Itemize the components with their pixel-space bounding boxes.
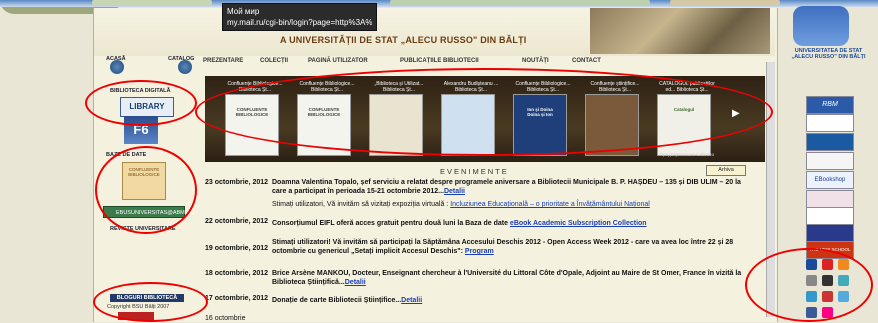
event-body: Consorțiumul EIFL oferă acces gratuit pe… [272,220,510,227]
university-title: A UNIVERSITĂȚII DE STAT „ALECU RUSSO" DI… [280,35,527,45]
event-date: 17 octombrie, 2012 [205,295,269,302]
archive-button[interactable]: Arhiva [706,165,746,176]
events-heading: EVENIMENTE [440,167,509,176]
menu-colectii[interactable]: COLECȚII [260,58,288,64]
event-date: 18 octombrie, 2012 [205,270,269,277]
ebookshop-banner[interactable]: EBookshop [806,171,854,189]
banner-circle-logo[interactable] [806,114,854,132]
event-text: Donație de carte Bibliotecii Științifice… [272,296,757,305]
menu-pagina-utilizator[interactable]: PAGINĂ UTILIZATOR [308,58,368,64]
event-body: Donație de carte Bibliotecii Științifice… [272,297,402,304]
event-body: Brice Arsène MANKOU, Docteur, Enseignant… [272,270,742,286]
menu-prezentare[interactable]: PREZENTARE [203,58,243,64]
annotation-oval [745,248,873,322]
menu-contact[interactable]: CONTACT [572,58,601,64]
event-body: Stimați utilizatori, Vă invităm să vizit… [272,201,451,208]
annotation-oval [93,282,208,322]
event-date: 23 octombrie, 2012 [205,179,269,186]
banner-blue-logo[interactable] [806,133,854,151]
event-date: 22 octombrie, 2012 [205,218,269,225]
bookmark-item[interactable] [390,0,650,6]
university-emblem[interactable] [793,6,849,46]
event-date: 19 octombrie, 2012 [205,245,269,252]
right-university-name[interactable]: UNIVERSITATEA DE STAT „ALECU RUSSO" DIN … [786,48,871,60]
event-link[interactable]: Detalii [345,279,366,286]
carousel-footer[interactable]: Предварительно Сalameo [660,152,714,157]
event-body: Doamna Valentina Topalo, șef serviciu a … [272,179,741,195]
banner-pink-logo[interactable] [806,190,854,208]
event-link[interactable]: Detalii [401,297,422,304]
catalog-icon[interactable] [178,60,192,74]
event-text: Brice Arsène MANKOU, Docteur, Enseignant… [272,270,742,286]
banner-flag-logo[interactable] [806,207,854,225]
annotation-oval [95,146,197,234]
event-link[interactable]: Incluziunea Educațională – o prioritate … [450,201,650,208]
event-text: Consorțiumul EIFL oferă acces gratuit pe… [272,219,757,228]
home-label[interactable]: ACASĂ [106,56,126,62]
header-photo [590,8,770,54]
event-text: Doamna Valentina Topalo, șef serviciu a … [272,179,741,195]
annotation-oval [85,80,197,126]
link-tooltip: Мой мир my.mail.ru/cgi-bin/login?page=ht… [222,3,377,31]
bookmark-item[interactable] [92,0,212,6]
tooltip-title: Мой мир [227,7,260,16]
event-body: Stimați utilizatori! Vă invităm să parti… [272,239,734,255]
event-text: Stimați utilizatori, Vă invităm să vizit… [272,200,757,209]
browser-bookmarks-bar [0,0,878,7]
rbm-banner[interactable]: RBM [806,96,854,114]
event-link[interactable]: eBook Academic Subscription Collection [510,220,647,227]
menu-publicatii[interactable]: PUBLICAȚIILE BIBLIOTECII [400,58,479,64]
catalog-label[interactable]: CATALOG [168,56,194,62]
event-text: Stimați utilizatori! Vă invităm să parti… [272,238,757,256]
tooltip-url: my.mail.ru/cgi-bin/login?page=http%3A%2F… [227,18,372,27]
event-link[interactable]: Detalii [444,188,465,195]
home-icon[interactable] [110,60,124,74]
event-link[interactable]: Program [465,248,494,255]
bookmark-item[interactable] [670,0,780,6]
annotation-oval [195,68,773,156]
banner-dark-logo[interactable] [806,224,854,242]
menu-noutati[interactable]: NOUTĂȚI [522,58,549,64]
banner-white-logo[interactable] [806,152,854,170]
